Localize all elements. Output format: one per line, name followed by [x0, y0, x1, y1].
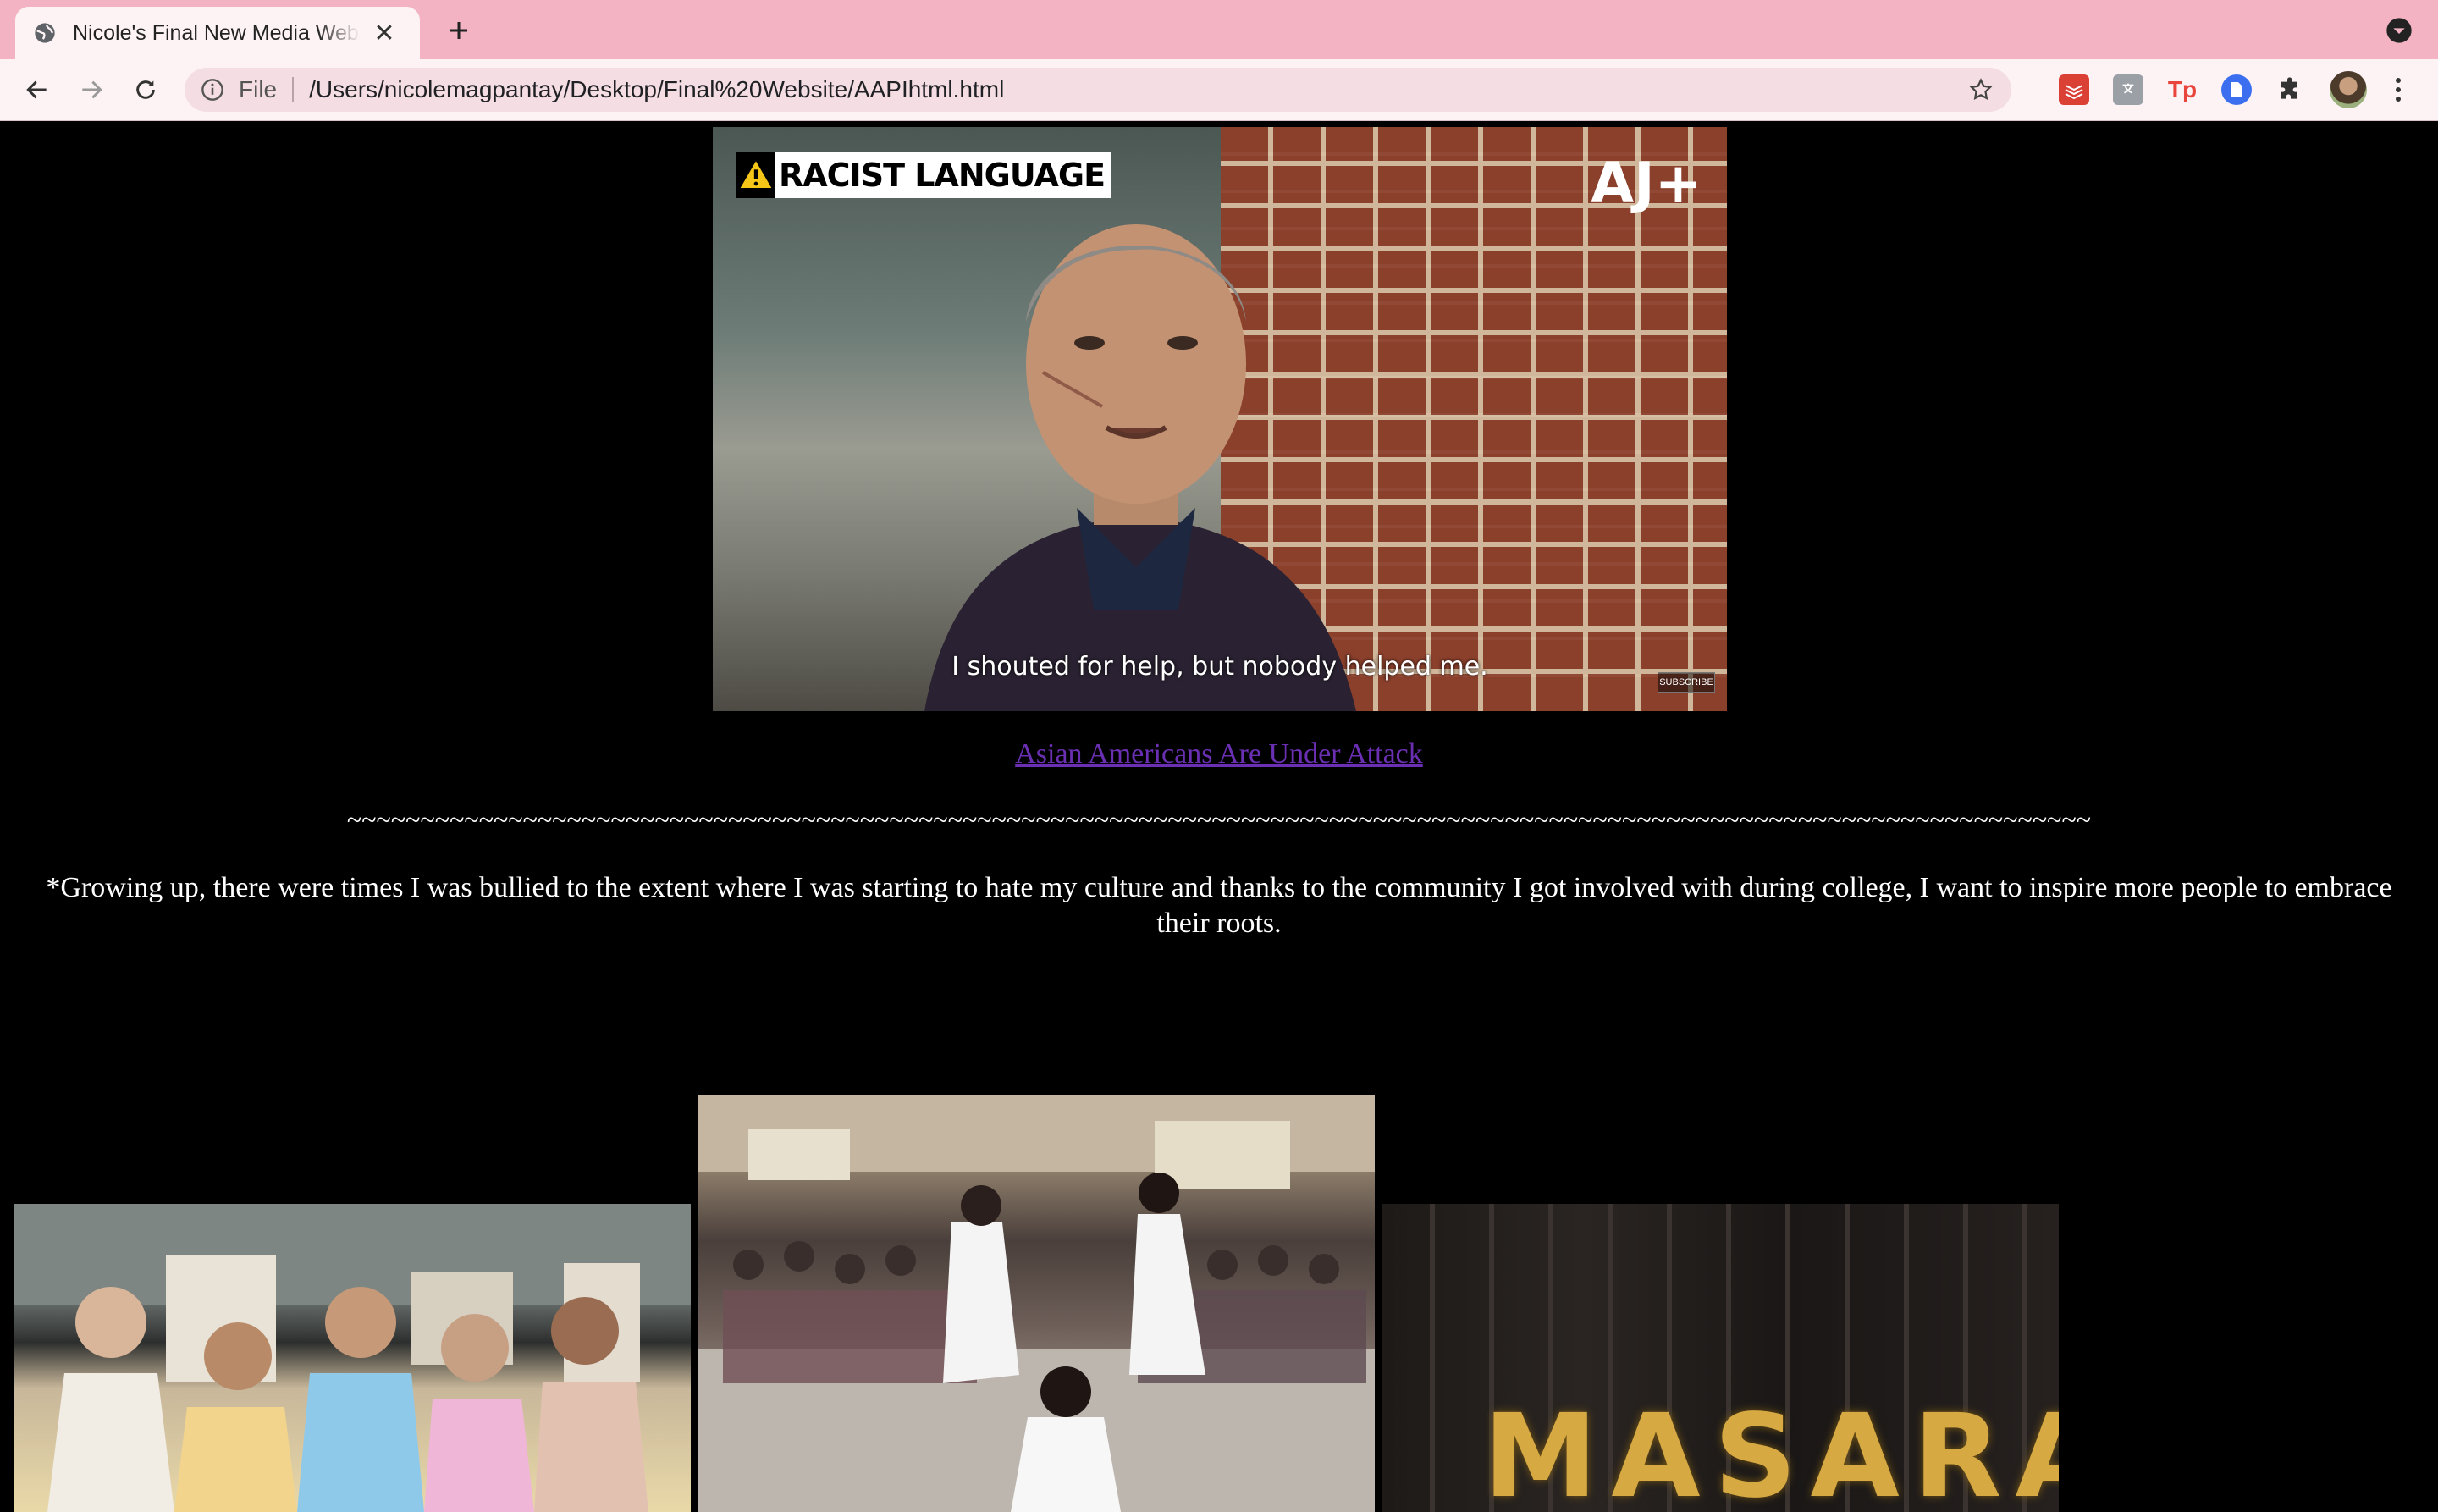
- url-text[interactable]: /Users/nicolemagpantay/Desktop/Final%20W…: [309, 76, 1004, 103]
- puzzle-extensions-icon[interactable]: [2275, 74, 2306, 105]
- translate-extension-icon[interactable]: [2113, 74, 2143, 105]
- group-photo-traditional-dress: [14, 1204, 691, 1512]
- tilde-divider: ~~~~~~~~~~~~~~~~~~~~~~~~~~~~~~~~~~~~~~~~…: [346, 804, 2092, 835]
- dance-photo-scene: [698, 1095, 1375, 1512]
- subscribe-badge[interactable]: SUBSCRIBE: [1658, 672, 1715, 693]
- plus-icon: [450, 22, 467, 39]
- video-player[interactable]: RACIST LANGUAGE AJ+ I shouted for help, …: [713, 127, 1727, 711]
- menu-dot: [2396, 78, 2401, 83]
- story-paragraph: *Growing up, there were times I was bull…: [46, 872, 2392, 939]
- menu-dot: [2396, 97, 2401, 102]
- omnibox-divider: [292, 77, 295, 102]
- chevron-down-icon: [2386, 18, 2412, 43]
- browser-toolbar: File /Users/nicolemagpantay/Desktop/Fina…: [0, 59, 2438, 121]
- new-tab-button[interactable]: [439, 10, 479, 51]
- aj-plus-logo: AJ+: [1591, 151, 1702, 216]
- asian-americans-link[interactable]: Asian Americans Are Under Attack: [1015, 738, 1423, 770]
- reload-button[interactable]: [127, 71, 164, 108]
- arrow-right-icon: [82, 80, 102, 99]
- masarap-stage-photo: MASARAP: [1382, 1204, 2059, 1512]
- warning-label: RACIST LANGUAGE: [779, 157, 1106, 194]
- active-tab[interactable]: Nicole's Final New Media Website ✕: [15, 7, 420, 59]
- group-photo-figures: [14, 1204, 691, 1512]
- dance-performance-photo: [698, 1095, 1375, 1512]
- globe-icon: [32, 20, 58, 46]
- reload-icon: [136, 80, 155, 99]
- scheme-label: File: [239, 76, 278, 102]
- info-icon[interactable]: [200, 77, 225, 102]
- tab-title: Nicole's Final New Media Website: [73, 20, 361, 45]
- profile-avatar[interactable]: [2330, 71, 2367, 108]
- warning-badge: RACIST LANGUAGE: [736, 152, 1112, 198]
- tab-strip: Nicole's Final New Media Website ✕: [0, 0, 2438, 59]
- bookmark-star-icon[interactable]: [1966, 74, 1996, 105]
- address-bar[interactable]: File /Users/nicolemagpantay/Desktop/Fina…: [185, 68, 2011, 112]
- tp-extension-icon[interactable]: Tp: [2167, 74, 2198, 105]
- close-tab-icon[interactable]: ✕: [369, 18, 400, 48]
- todoist-extension-icon[interactable]: [2059, 74, 2089, 105]
- back-button[interactable]: [19, 71, 56, 108]
- tab-search-button[interactable]: [2382, 14, 2416, 47]
- interviewee-figure: [924, 224, 1356, 711]
- arrow-left-icon: [26, 80, 47, 99]
- browser-menu-button[interactable]: [2386, 71, 2411, 108]
- masarap-balloon-letters: MASARAP: [1483, 1390, 2059, 1512]
- menu-dot: [2396, 87, 2401, 92]
- blue-extension-icon[interactable]: [2221, 74, 2252, 105]
- forward-button[interactable]: [73, 71, 110, 108]
- warning-icon: [736, 152, 775, 198]
- video-caption: I shouted for help, but nobody helped me…: [951, 652, 1488, 682]
- article-link-container: Asian Americans Are Under Attack: [0, 738, 2438, 770]
